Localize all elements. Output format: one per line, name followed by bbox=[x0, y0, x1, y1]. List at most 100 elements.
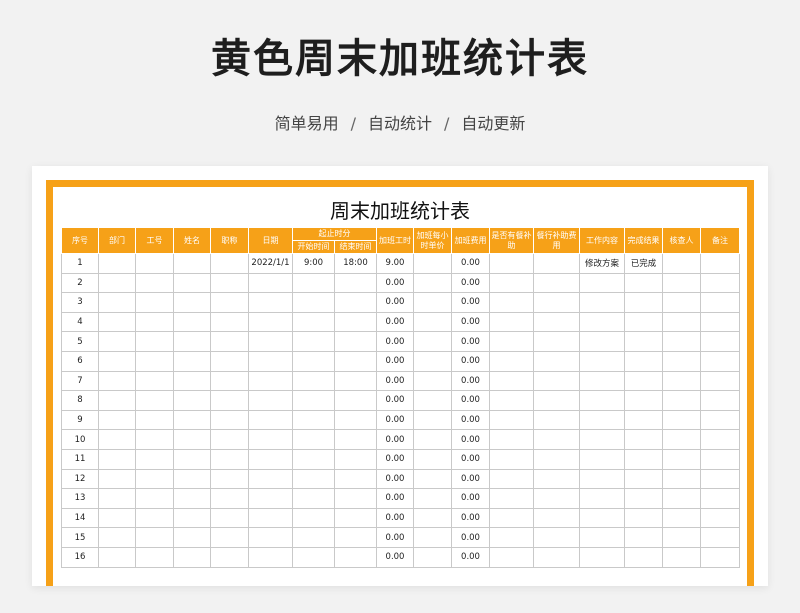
cell-result[interactable] bbox=[624, 409, 663, 431]
cell-hours[interactable]: 0.00 bbox=[376, 429, 414, 450]
cell-approver[interactable] bbox=[662, 370, 701, 392]
cell-date[interactable] bbox=[248, 488, 293, 509]
cell-hours[interactable]: 0.00 bbox=[376, 331, 414, 352]
cell-work[interactable] bbox=[579, 507, 625, 529]
cell-notes[interactable] bbox=[700, 350, 740, 372]
cell-start[interactable] bbox=[292, 370, 335, 392]
cell-hours[interactable]: 0.00 bbox=[376, 390, 414, 411]
cell-work[interactable] bbox=[579, 370, 625, 392]
cell-meal[interactable] bbox=[533, 370, 580, 392]
cell-start[interactable] bbox=[292, 350, 335, 372]
cell-meal[interactable] bbox=[533, 468, 580, 490]
cell-result[interactable] bbox=[624, 448, 663, 470]
cell-id[interactable] bbox=[135, 311, 174, 333]
cell-position[interactable] bbox=[210, 390, 249, 411]
cell-meal[interactable] bbox=[533, 527, 580, 548]
cell-approver[interactable] bbox=[662, 292, 701, 313]
cell-notes[interactable] bbox=[700, 370, 740, 392]
cell-seq[interactable]: 10 bbox=[61, 429, 99, 450]
cell-date[interactable]: 2022/1/1 bbox=[248, 253, 293, 274]
cell-work[interactable] bbox=[579, 468, 625, 490]
cell-start[interactable] bbox=[292, 331, 335, 352]
cell-start[interactable] bbox=[292, 527, 335, 548]
cell-dept[interactable] bbox=[98, 429, 136, 450]
cell-fee[interactable]: 0.00 bbox=[451, 272, 490, 294]
cell-end[interactable] bbox=[334, 409, 377, 431]
cell-name[interactable] bbox=[173, 370, 211, 392]
cell-meal[interactable] bbox=[533, 448, 580, 470]
cell-position[interactable] bbox=[210, 409, 249, 431]
cell-meal[interactable] bbox=[533, 292, 580, 313]
cell-approver[interactable] bbox=[662, 390, 701, 411]
cell-end[interactable] bbox=[334, 272, 377, 294]
cell-date[interactable] bbox=[248, 429, 293, 450]
cell-seq[interactable]: 9 bbox=[61, 409, 99, 431]
cell-date[interactable] bbox=[248, 311, 293, 333]
cell-approver[interactable] bbox=[662, 507, 701, 529]
cell-seq[interactable]: 15 bbox=[61, 527, 99, 548]
cell-position[interactable] bbox=[210, 488, 249, 509]
cell-start[interactable] bbox=[292, 429, 335, 450]
cell-position[interactable] bbox=[210, 350, 249, 372]
cell-seq[interactable]: 12 bbox=[61, 468, 99, 490]
cell-seq[interactable]: 8 bbox=[61, 390, 99, 411]
cell-start[interactable] bbox=[292, 311, 335, 333]
cell-injury[interactable] bbox=[489, 448, 534, 470]
cell-id[interactable] bbox=[135, 331, 174, 352]
cell-dept[interactable] bbox=[98, 292, 136, 313]
cell-meal[interactable] bbox=[533, 350, 580, 372]
cell-fee[interactable]: 0.00 bbox=[451, 429, 490, 450]
cell-hourly[interactable] bbox=[413, 311, 452, 333]
cell-notes[interactable] bbox=[700, 390, 740, 411]
cell-result[interactable] bbox=[624, 350, 663, 372]
cell-dept[interactable] bbox=[98, 253, 136, 274]
cell-injury[interactable] bbox=[489, 253, 534, 274]
cell-name[interactable] bbox=[173, 292, 211, 313]
cell-work[interactable] bbox=[579, 292, 625, 313]
cell-end[interactable] bbox=[334, 311, 377, 333]
cell-approver[interactable] bbox=[662, 350, 701, 372]
cell-position[interactable] bbox=[210, 507, 249, 529]
cell-work[interactable] bbox=[579, 488, 625, 509]
cell-hours[interactable]: 0.00 bbox=[376, 370, 414, 392]
cell-name[interactable] bbox=[173, 272, 211, 294]
cell-name[interactable] bbox=[173, 350, 211, 372]
cell-approver[interactable] bbox=[662, 253, 701, 274]
cell-injury[interactable] bbox=[489, 527, 534, 548]
cell-hourly[interactable] bbox=[413, 546, 452, 568]
cell-result[interactable] bbox=[624, 390, 663, 411]
cell-work[interactable] bbox=[579, 272, 625, 294]
cell-id[interactable] bbox=[135, 468, 174, 490]
cell-fee[interactable]: 0.00 bbox=[451, 546, 490, 568]
cell-end[interactable] bbox=[334, 468, 377, 490]
cell-start[interactable] bbox=[292, 468, 335, 490]
cell-dept[interactable] bbox=[98, 331, 136, 352]
cell-meal[interactable] bbox=[533, 390, 580, 411]
cell-meal[interactable] bbox=[533, 488, 580, 509]
cell-injury[interactable] bbox=[489, 546, 534, 568]
cell-injury[interactable] bbox=[489, 331, 534, 352]
cell-dept[interactable] bbox=[98, 370, 136, 392]
cell-end[interactable] bbox=[334, 448, 377, 470]
cell-id[interactable] bbox=[135, 272, 174, 294]
cell-id[interactable] bbox=[135, 429, 174, 450]
cell-notes[interactable] bbox=[700, 429, 740, 450]
cell-notes[interactable] bbox=[700, 507, 740, 529]
cell-notes[interactable] bbox=[700, 409, 740, 431]
cell-work[interactable] bbox=[579, 409, 625, 431]
cell-name[interactable] bbox=[173, 409, 211, 431]
cell-name[interactable] bbox=[173, 331, 211, 352]
cell-hours[interactable]: 0.00 bbox=[376, 311, 414, 333]
cell-end[interactable] bbox=[334, 507, 377, 529]
cell-hourly[interactable] bbox=[413, 448, 452, 470]
cell-position[interactable] bbox=[210, 331, 249, 352]
cell-approver[interactable] bbox=[662, 331, 701, 352]
cell-hours[interactable]: 0.00 bbox=[376, 350, 414, 372]
cell-seq[interactable]: 1 bbox=[61, 253, 99, 274]
cell-position[interactable] bbox=[210, 292, 249, 313]
cell-hourly[interactable] bbox=[413, 331, 452, 352]
cell-name[interactable] bbox=[173, 468, 211, 490]
cell-seq[interactable]: 3 bbox=[61, 292, 99, 313]
cell-date[interactable] bbox=[248, 370, 293, 392]
cell-hours[interactable]: 0.00 bbox=[376, 546, 414, 568]
